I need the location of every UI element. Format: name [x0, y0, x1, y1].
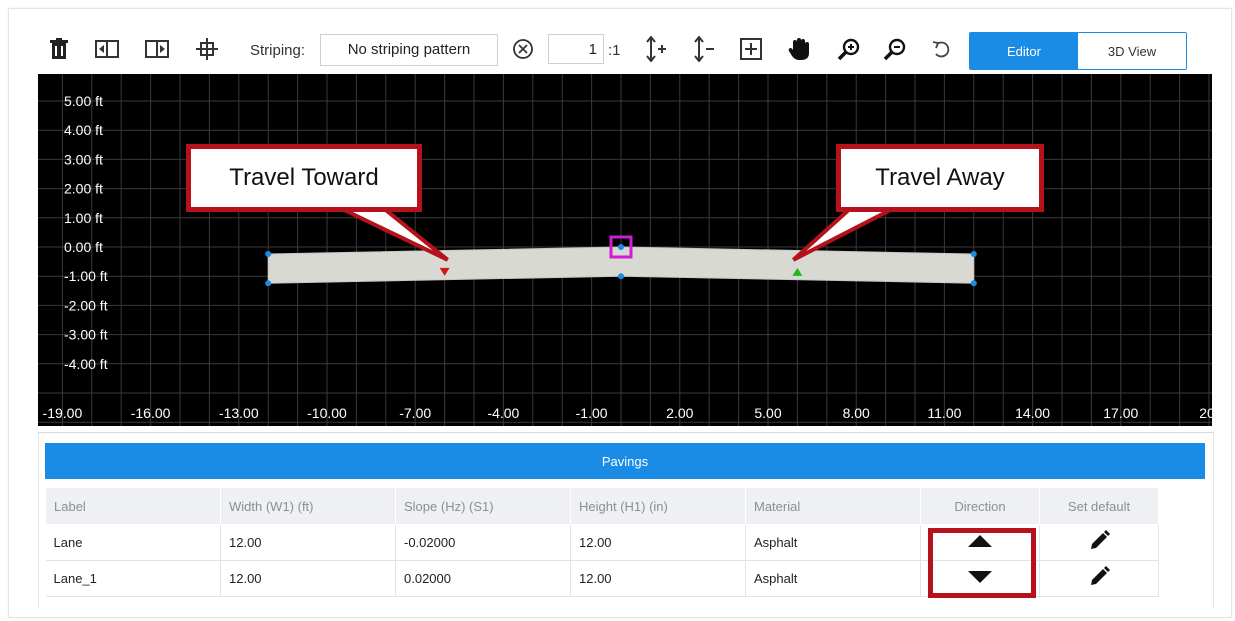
column-header-height[interactable]: Height (H1) (in) [570, 487, 746, 525]
x-axis-tick-label: 14.00 [1015, 405, 1050, 421]
decrease-height-icon[interactable] [688, 34, 718, 64]
crop-icon[interactable] [192, 34, 222, 64]
cell-slope[interactable]: -0.02000 [395, 524, 571, 561]
cell-slope[interactable]: 0.02000 [395, 560, 571, 597]
increase-height-icon[interactable] [640, 34, 670, 64]
zoom-in-icon[interactable] [834, 34, 864, 64]
vertex-point [618, 244, 624, 250]
column-header-direction[interactable]: Direction [920, 487, 1040, 525]
column-header-set-default[interactable]: Set default [1039, 487, 1159, 525]
x-axis-tick-label: -1.00 [576, 405, 608, 421]
pencil-icon[interactable] [1039, 560, 1159, 597]
x-axis-tick-label: -13.00 [219, 405, 259, 421]
cell-width[interactable]: 12.00 [220, 524, 396, 561]
direction-highlight-box [928, 528, 1036, 598]
x-axis-tick-label: -16.00 [131, 405, 171, 421]
view-mode-toggle: Editor 3D View [969, 32, 1187, 70]
cell-width[interactable]: 12.00 [220, 560, 396, 597]
column-header-slope[interactable]: Slope (Hz) (S1) [395, 487, 571, 525]
zoom-out-icon[interactable] [880, 34, 910, 64]
column-header-material[interactable]: Material [745, 487, 921, 525]
callout-travel-toward: Travel Toward [186, 144, 422, 212]
scale-ratio-suffix: :1 [608, 42, 621, 59]
x-axis-tick-label: -7.00 [399, 405, 431, 421]
x-axis-tick-label: 8.00 [843, 405, 870, 421]
cell-height[interactable]: 12.00 [570, 560, 746, 597]
x-axis-tick-label: -10.00 [307, 405, 347, 421]
fit-view-icon[interactable] [736, 34, 766, 64]
striping-label: Striping: [250, 42, 306, 59]
y-axis-tick-label: -4.00 ft [64, 356, 108, 372]
x-axis-tick-label: 20. [1199, 405, 1212, 421]
cell-label[interactable]: Lane_1 [45, 560, 221, 597]
scale-input[interactable]: 1 [548, 34, 604, 64]
x-axis-tick-label: 11.00 [927, 405, 961, 421]
y-axis-tick-label: -2.00 ft [64, 297, 108, 313]
x-axis-tick-label: -19.00 [43, 405, 83, 421]
x-axis-tick-label: -4.00 [487, 405, 519, 421]
vertex-point [618, 273, 624, 280]
cell-material[interactable]: Asphalt [745, 560, 921, 597]
striping-pattern-field[interactable]: No striping pattern [320, 34, 498, 66]
y-axis-tick-label: -3.00 ft [64, 327, 108, 343]
cross-section-canvas[interactable]: 5.00 ft 4.00 ft 3.00 ft 2.00 ft 1.00 ft 0.00 … [38, 74, 1212, 426]
undo-icon[interactable] [926, 34, 956, 64]
tab-editor[interactable]: Editor [970, 33, 1078, 69]
vertex-point [970, 280, 977, 287]
x-axis-tick-label: 5.00 [754, 405, 781, 421]
cross-section-plot[interactable]: 5.00 ft 4.00 ft 3.00 ft 2.00 ft 1.00 ft 0.00 … [38, 74, 1212, 426]
y-axis-tick-label: 1.00 ft [64, 210, 103, 226]
pencil-icon[interactable] [1039, 524, 1159, 561]
y-axis-tick-label: 0.00 ft [64, 239, 103, 255]
cell-label[interactable]: Lane [45, 524, 221, 561]
toolbar: Striping: No striping pattern 1 :1 Edito… [38, 30, 1208, 72]
column-header-width[interactable]: Width (W1) (ft) [220, 487, 396, 525]
y-axis-tick-label: 4.00 ft [64, 122, 103, 138]
insert-left-icon[interactable] [92, 34, 122, 64]
column-header-label[interactable]: Label [45, 487, 221, 525]
x-axis-tick-label: 17.00 [1103, 405, 1138, 421]
y-axis-tick-label: 2.00 ft [64, 181, 103, 197]
y-axis-tick-label: -1.00 ft [64, 268, 108, 284]
vertex-point [970, 251, 977, 258]
vertex-point [265, 251, 272, 258]
pan-hand-icon[interactable] [784, 34, 814, 64]
pavings-panel: Pavings Label Width (W1) (ft) Slope (Hz)… [38, 432, 1214, 608]
trash-icon[interactable] [44, 34, 74, 64]
insert-right-icon[interactable] [142, 34, 172, 64]
clear-icon[interactable] [508, 34, 538, 64]
tab-3d-view[interactable]: 3D View [1078, 33, 1186, 69]
vertex-point [265, 280, 272, 287]
callout-travel-away: Travel Away [836, 144, 1044, 212]
y-axis-tick-label: 5.00 ft [64, 93, 103, 109]
y-axis-tick-label: 3.00 ft [64, 151, 103, 167]
pavings-header[interactable]: Pavings [45, 443, 1205, 479]
x-axis-tick-label: 2.00 [666, 405, 693, 421]
cell-height[interactable]: 12.00 [570, 524, 746, 561]
cell-material[interactable]: Asphalt [745, 524, 921, 561]
